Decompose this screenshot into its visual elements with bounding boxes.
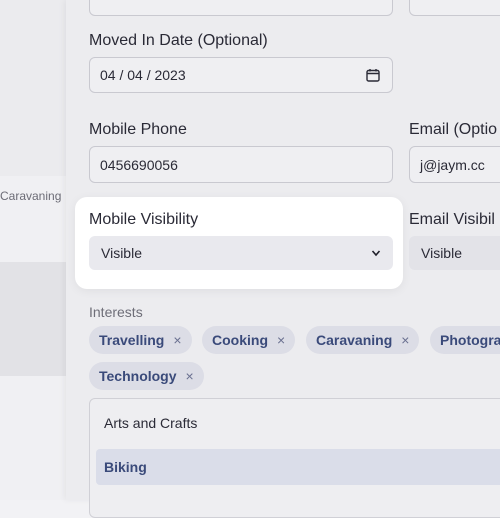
mobile-phone-value: 0456690056 [100, 156, 178, 173]
interest-chip-label: Technology [99, 368, 177, 384]
remove-chip-icon[interactable]: × [401, 332, 409, 348]
chevron-down-icon [371, 250, 381, 257]
interest-chip-label: Travelling [99, 332, 165, 348]
email-label: Email (Optio [409, 121, 498, 138]
interest-chip[interactable]: Cooking × [202, 326, 296, 354]
mobile-visibility-label: Mobile Visibility [89, 211, 199, 228]
moved-in-date-input[interactable]: 04 / 04 / 2023 [89, 57, 393, 93]
interests-options-list: Arts and Crafts Biking [89, 398, 500, 518]
interest-chip-label: Caravaning [316, 332, 393, 348]
interest-chip-label: Cooking [212, 332, 268, 348]
previous-field-input-right[interactable] [409, 0, 500, 16]
moved-in-date-value: 04 / 04 / 2023 [100, 67, 186, 83]
interests-label: Interests [89, 304, 143, 320]
mobile-visibility-select[interactable]: Visible [89, 236, 393, 270]
email-visibility-label: Email Visibil [409, 211, 495, 228]
list-item-label: Biking [104, 459, 147, 475]
background-sidebar-text: Caravaning [0, 189, 62, 203]
moved-in-date-label: Moved In Date (Optional) [89, 32, 268, 49]
mobile-phone-input[interactable]: 0456690056 [89, 146, 393, 183]
remove-chip-icon[interactable]: × [186, 368, 194, 384]
interest-chip-label: Photogra [440, 332, 500, 348]
email-value: j@jaym.cc [420, 156, 485, 173]
list-item-active[interactable]: Biking [96, 449, 500, 485]
background-strip [0, 262, 66, 376]
email-input[interactable]: j@jaym.cc [409, 146, 500, 183]
previous-field-input[interactable] [89, 0, 393, 16]
email-visibility-value: Visible [421, 245, 462, 261]
mobile-phone-label: Mobile Phone [89, 121, 187, 138]
remove-chip-icon[interactable]: × [173, 332, 181, 348]
mobile-visibility-value: Visible [101, 245, 142, 261]
remove-chip-icon[interactable]: × [277, 332, 285, 348]
interest-chip[interactable]: Technology × [89, 362, 204, 390]
calendar-icon[interactable] [366, 68, 380, 82]
list-item-label: Arts and Crafts [104, 415, 198, 431]
background-strip [0, 0, 66, 176]
list-item[interactable]: Arts and Crafts [90, 405, 500, 441]
interest-chip[interactable]: Photogra [430, 326, 500, 354]
email-visibility-select[interactable]: Visible [409, 236, 500, 270]
interest-chip[interactable]: Caravaning × [306, 326, 420, 354]
interest-chip[interactable]: Travelling × [89, 326, 192, 354]
